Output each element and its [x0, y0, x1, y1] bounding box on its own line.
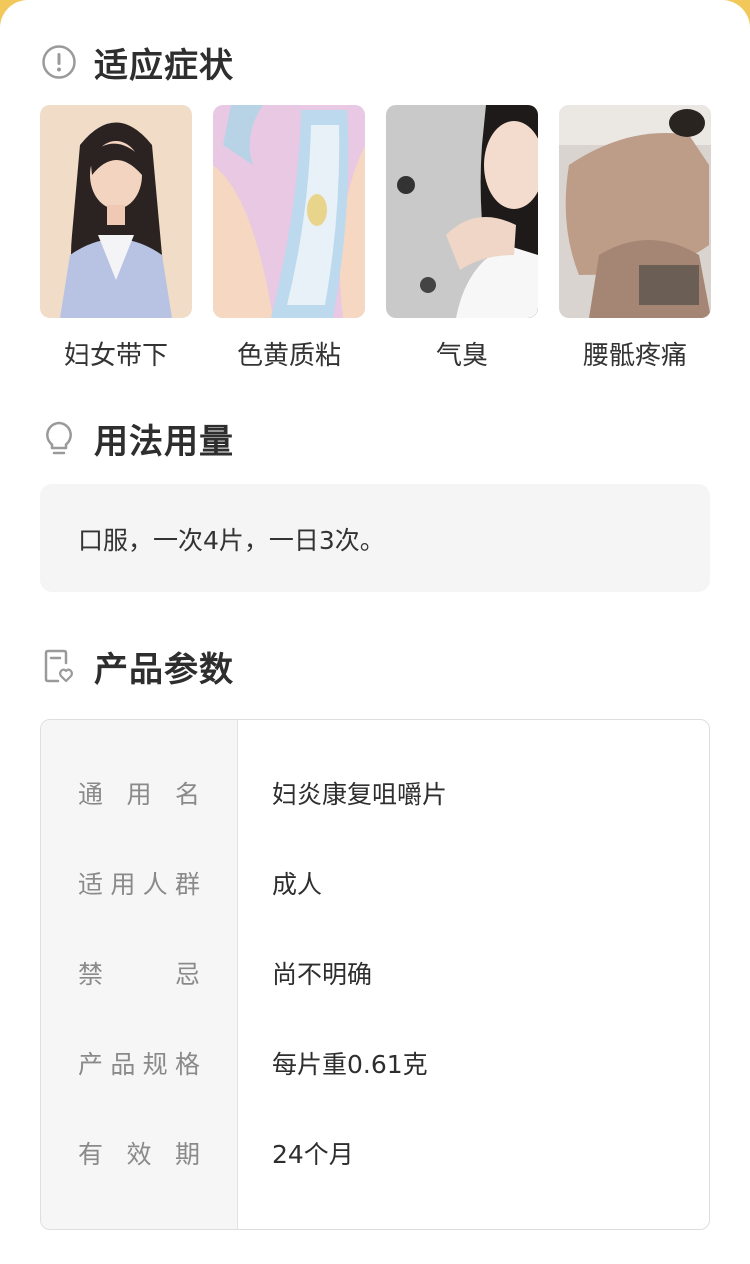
param-value: 24个月 — [272, 1140, 354, 1169]
usage-header: 用法用量 — [40, 414, 234, 462]
param-key: 通 用 名 — [78, 780, 200, 809]
symptom-item[interactable]: 气臭 — [386, 105, 538, 372]
symptoms-title: 适应症状 — [94, 45, 234, 86]
woman-covering-nose-photo — [386, 105, 538, 318]
pad-illustration — [213, 105, 365, 318]
params-table: 通 用 名 妇炎康复咀嚼片 适 用 人 群 成人 禁 忌 尚不明确 产 品 规 … — [40, 719, 710, 1230]
param-key: 禁 忌 — [78, 960, 200, 989]
table-row: 适 用 人 群 成人 — [41, 863, 709, 903]
lightbulb-icon — [40, 419, 78, 457]
dosage-box: 口服，一次4片，一日3次。 — [40, 484, 710, 592]
back-pain-photo — [559, 105, 711, 318]
symptom-item[interactable]: 腰骶疼痛 — [559, 105, 711, 372]
table-row: 产 品 规 格 每片重0.61克 — [41, 1043, 709, 1083]
table-row: 禁 忌 尚不明确 — [41, 953, 709, 993]
symptom-item[interactable]: 色黄质粘 — [213, 105, 365, 372]
symptom-grid: 妇女带下 色黄质粘 气臭 腰骶疼痛 — [40, 105, 711, 375]
symptom-label: 妇女带下 — [63, 341, 168, 371]
table-row: 有 效 期 24个月 — [41, 1133, 709, 1173]
woman-portrait-photo — [40, 105, 192, 318]
params-title: 产品参数 — [94, 649, 234, 690]
dosage-text: 口服，一次4片，一日3次。 — [78, 526, 385, 555]
product-detail-card: 适应症状 妇女带下 色黄质粘 气臭 腰骶疼痛 用法用量 口服，一次4片，一日3次… — [0, 0, 750, 1264]
symptom-label: 色黄质粘 — [236, 341, 341, 371]
symptom-label: 腰骶疼痛 — [582, 341, 687, 371]
params-header: 产品参数 — [40, 642, 234, 690]
usage-title: 用法用量 — [94, 421, 234, 462]
param-key: 适 用 人 群 — [78, 870, 200, 899]
param-value: 妇炎康复咀嚼片 — [272, 780, 448, 809]
document-heart-icon — [40, 647, 78, 685]
param-value: 尚不明确 — [272, 960, 373, 989]
table-row: 通 用 名 妇炎康复咀嚼片 — [41, 773, 709, 813]
exclamation-circle-icon — [40, 43, 78, 81]
param-value: 成人 — [272, 870, 323, 899]
param-value: 每片重0.61克 — [272, 1050, 428, 1079]
symptom-label: 气臭 — [435, 341, 488, 371]
param-key: 产 品 规 格 — [78, 1050, 200, 1079]
symptoms-header: 适应症状 — [40, 38, 234, 86]
param-key: 有 效 期 — [78, 1140, 200, 1169]
symptom-item[interactable]: 妇女带下 — [40, 105, 192, 372]
